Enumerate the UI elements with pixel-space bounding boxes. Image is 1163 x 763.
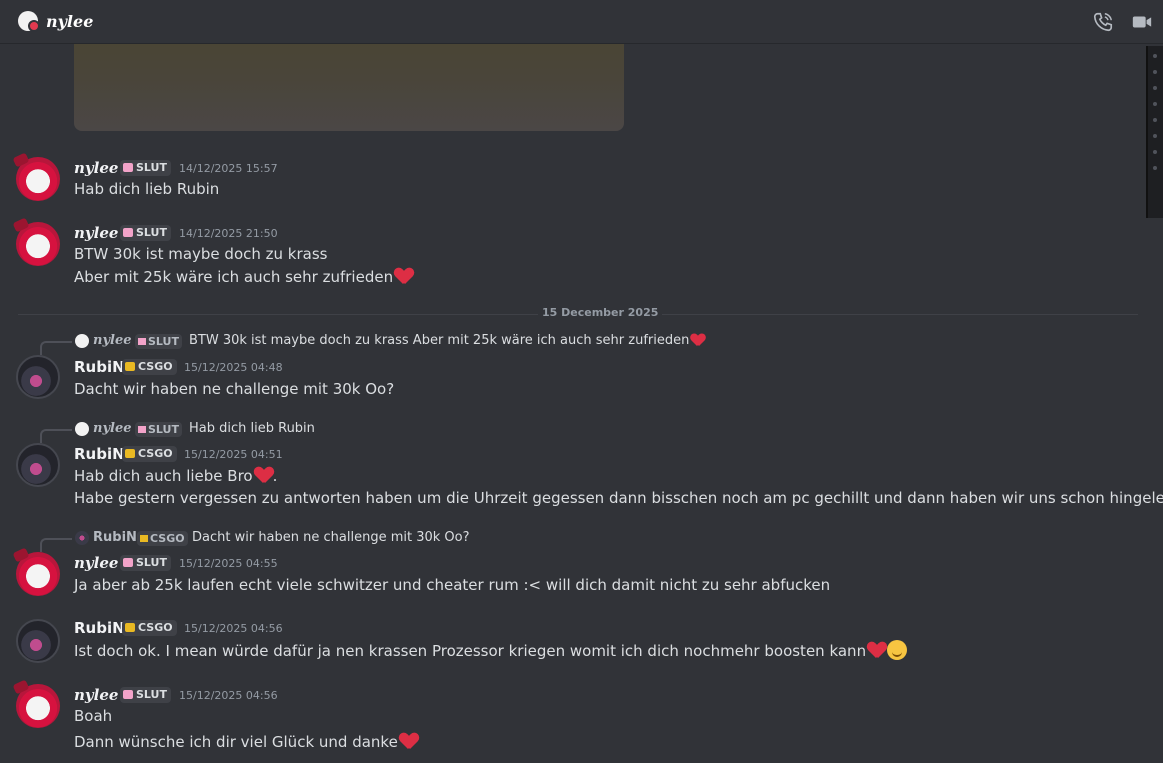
timestamp: 15/12/2025 04:51 [184,448,283,461]
message-text: Habe gestern vergessen zu antworten habe… [74,489,1163,507]
video-camera-icon[interactable] [1131,11,1153,33]
author-name[interactable]: nylee [74,224,118,242]
reply-avatar [75,334,89,348]
message-text: Dann wünsche ich dir viel Glück und dank… [74,733,418,751]
reply-badge: CSGO [137,531,188,546]
red-heart-icon [395,268,413,284]
author-name[interactable]: nylee [74,686,118,704]
role-badge: SLUT [120,555,171,571]
role-badge: SLUT [120,225,171,241]
red-heart-icon [400,733,418,749]
author-name[interactable]: RubiN [74,619,125,637]
heart-gem-icon [125,362,135,371]
reply-avatar [75,531,89,545]
timestamp: 14/12/2025 21:50 [179,227,278,240]
heart-gem-icon [138,338,146,345]
image-attachment[interactable] [74,44,624,131]
heart-gem-icon [125,449,135,458]
reply-author[interactable]: RubiN [93,530,137,545]
dm-avatar[interactable] [18,11,40,32]
heart-gem-icon [123,228,133,237]
smiling-face-icon [887,640,908,660]
reply-badge: SLUT [135,334,182,349]
reply-author[interactable]: nylee [93,421,132,436]
reply-connector [40,538,72,552]
author-name[interactable]: RubiN [74,445,125,463]
avatar[interactable] [16,552,60,596]
message-text: BTW 30k ist maybe doch zu krass [74,245,328,263]
reply-avatar [75,422,89,436]
timestamp: 15/12/2025 04:56 [179,689,278,702]
dm-title: nylee [46,12,94,31]
timestamp: 15/12/2025 04:48 [184,361,283,374]
message-text: Ja aber ab 25k laufen echt viele schwitz… [74,576,831,594]
role-badge: SLUT [120,687,171,703]
overlay-side-panel [1146,46,1163,218]
reply-author[interactable]: nylee [93,333,132,348]
message-text: Dacht wir haben ne challenge mit 30k Oo? [74,380,395,398]
author-name[interactable]: RubiN [74,358,125,376]
timestamp: 15/12/2025 04:55 [179,557,278,570]
heart-gem-icon [140,535,148,542]
avatar[interactable] [16,222,60,266]
timestamp: 14/12/2025 15:57 [179,162,278,175]
red-heart-icon [868,642,886,658]
red-heart-icon [255,467,273,483]
date-divider: 15 December 2025 [18,306,1138,319]
phone-icon[interactable] [1092,11,1114,33]
avatar[interactable] [16,684,60,728]
avatar[interactable] [16,443,60,487]
role-badge: CSGO [122,446,177,462]
avatar[interactable] [16,157,60,201]
heart-gem-icon [123,558,133,567]
message-text: Hab dich lieb Rubin [74,180,220,198]
role-badge: CSGO [122,359,177,375]
author-name[interactable]: nylee [74,159,118,177]
message-text: Ist doch ok. I mean würde dafür ja nen k… [74,640,908,660]
role-badge: CSGO [122,620,177,636]
message-text: Hab dich auch liebe Bro. [74,467,278,485]
heart-gem-icon [123,163,133,172]
timestamp: 15/12/2025 04:56 [184,622,283,635]
reply-badge: SLUT [135,422,182,437]
reply-connector [40,429,72,443]
message-text: Boah [74,707,113,725]
heart-gem-icon [138,426,146,433]
heart-gem-icon [123,690,133,699]
role-badge: SLUT [120,160,171,176]
author-name[interactable]: nylee [74,554,118,572]
avatar[interactable] [16,355,60,399]
heart-gem-icon [125,623,135,632]
channel-header: nylee [0,0,1163,44]
message-text: Aber mit 25k wäre ich auch sehr zufriede… [74,268,413,286]
reply-text: Hab dich lieb Rubin [189,421,315,436]
reply-text: BTW 30k ist maybe doch zu krass Aber mit… [189,333,705,348]
avatar[interactable] [16,619,60,663]
reply-connector [40,341,72,355]
red-heart-icon [691,334,705,346]
reply-text: Dacht wir haben ne challenge mit 30k Oo? [192,530,470,545]
